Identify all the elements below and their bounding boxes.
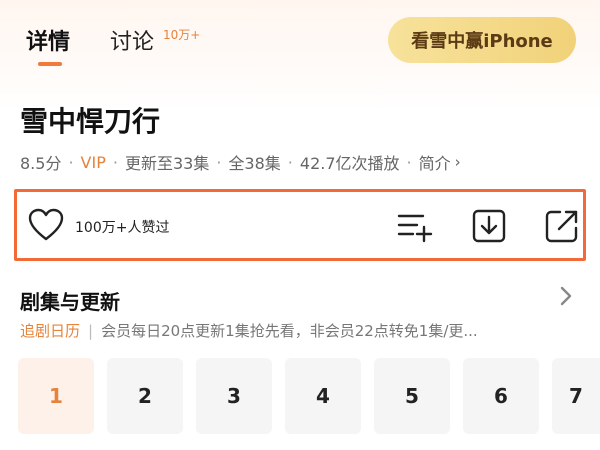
tab-discussion[interactable]: 讨论: [110, 24, 154, 56]
episode-button[interactable]: 4: [285, 358, 361, 434]
like-count: 100万+人赞过: [75, 220, 170, 236]
episode-button[interactable]: 1: [18, 358, 94, 434]
heart-icon[interactable]: [28, 208, 64, 242]
episodes-section-title: 剧集与更新: [20, 290, 120, 314]
meta-separator: ·: [68, 152, 74, 172]
meta-separator: ·: [287, 152, 293, 172]
download-icon[interactable]: [469, 206, 509, 246]
episode-button[interactable]: 6: [463, 358, 539, 434]
episode-total: 全38集: [228, 154, 281, 173]
show-meta-line: 8.5分 · VIP · 更新至33集 · 全38集 · 42.7亿次播放 · …: [20, 150, 461, 174]
meta-separator: ·: [406, 152, 412, 172]
chevron-right-icon[interactable]: [554, 284, 578, 308]
watch-calendar-link[interactable]: 追剧日历: [20, 322, 80, 340]
vip-badge: VIP: [80, 152, 106, 172]
action-bar: 100万+人赞过: [14, 189, 586, 261]
intro-link[interactable]: 简介: [419, 150, 451, 174]
tab-bar: 详情 讨论 10万+ 看雪中赢iPhone: [0, 0, 600, 80]
discussion-count-badge: 10万+: [163, 28, 201, 42]
episode-button[interactable]: 3: [196, 358, 272, 434]
episode-button[interactable]: 7: [552, 358, 600, 434]
update-notice-text: 会员每日20点更新1集抢先看，非会员22点转免1集/更...: [101, 322, 478, 340]
promo-iphone-button[interactable]: 看雪中赢iPhone: [388, 17, 576, 63]
meta-separator: ·: [216, 152, 222, 172]
rating: 8.5分: [20, 154, 62, 173]
episode-button[interactable]: 5: [374, 358, 450, 434]
tab-active-indicator: [38, 62, 62, 66]
update-notice: 追剧日历 | 会员每日20点更新1集抢先看，非会员22点转免1集/更...: [20, 320, 580, 341]
share-icon[interactable]: [542, 206, 582, 246]
chevron-right-icon[interactable]: ›: [455, 153, 461, 171]
play-count: 42.7亿次播放: [299, 154, 400, 173]
update-status: 更新至33集: [124, 154, 210, 173]
notice-separator: |: [88, 322, 94, 340]
add-to-playlist-icon[interactable]: [395, 206, 435, 246]
episode-button[interactable]: 2: [107, 358, 183, 434]
tab-details[interactable]: 详情: [26, 24, 70, 56]
meta-separator: ·: [112, 152, 118, 172]
show-title: 雪中悍刀行: [20, 105, 161, 138]
